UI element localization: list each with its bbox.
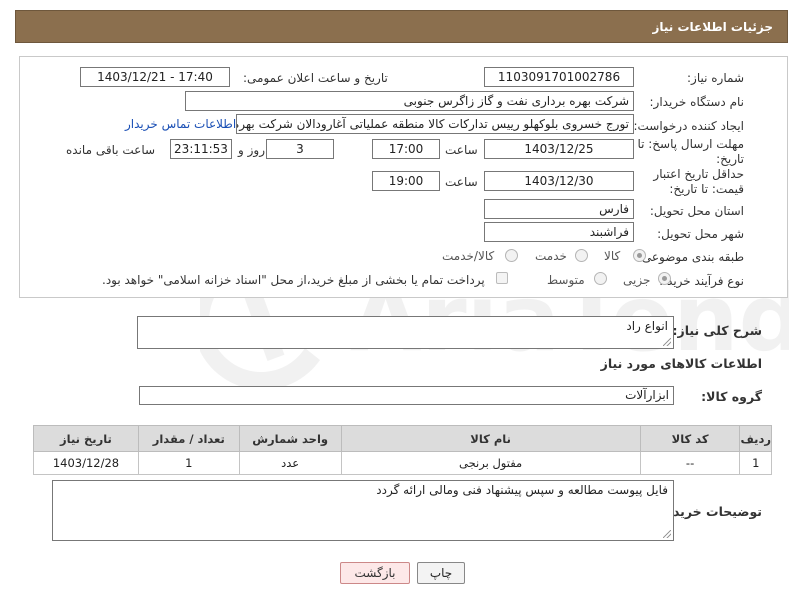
page-title: جزئیات اطلاعات نیاز [652,20,773,34]
col-header-row-number: ردیف [739,425,772,452]
process-option-minor: جزیی [623,273,651,287]
category-radio-service[interactable] [575,249,588,262]
need-number-field: 1103091701002786 [484,67,634,87]
col-header-quantity: تعداد / مقدار [137,425,240,452]
province-label: استان محل تحویل: [649,204,744,218]
buyer-notes-field: فایل پیوست مطالعه و سپس پیشنهاد فنی ومال… [52,480,674,541]
treasury-payment-checkbox[interactable] [496,272,508,284]
cell-quantity: 1 [137,451,240,475]
category-radio-goods-service[interactable] [505,249,518,262]
reply-time-label: ساعت [445,143,478,157]
buyer-org-field: شرکت بهره برداری نفت و گاز زاگرس جنوبی [185,91,634,111]
contact-info-link[interactable]: اطلاعات تماس خریدار [125,117,236,131]
cell-goods-name: مفتول برنجی [340,451,641,475]
category-option-service: خدمت [535,249,567,263]
table-header-row: ردیف کد کالا نام کالا واحد شمارش تعداد /… [33,425,772,452]
city-label: شهر محل تحویل: [657,227,744,241]
col-header-need-date: تاریخ نیاز [33,425,139,452]
province-field: فارس [484,199,634,219]
reply-deadline-label: مهلت ارسال پاسخ: تا تاریخ: [637,137,744,166]
creator-field: تورج خسروی بلوکهلو رییس تدارکات کالا منط… [236,114,634,134]
days-label: روز و [238,143,265,157]
process-type-label: نوع فرآیند خرید : [659,274,744,288]
buyer-notes-text: فایل پیوست مطالعه و سپس پیشنهاد فنی ومال… [376,483,668,497]
print-button[interactable]: چاپ [417,562,465,584]
table-row: 1 -- مفتول برنجی عدد 1 1403/12/28 [33,451,772,475]
buyer-org-label: نام دستگاه خریدار: [649,95,745,109]
cell-row-number: 1 [739,451,772,475]
resize-grip-icon[interactable] [663,338,671,346]
description-label: شرح کلی نیاز: [672,323,762,338]
reply-date-field: 1403/12/25 [484,139,634,159]
description-field: انواع راد [137,316,674,349]
time-remaining-label: ساعت باقی مانده [66,143,156,157]
price-validity-label: حداقل تاریخ اعتبار قیمت: تا تاریخ: [653,167,744,196]
goods-group-label: گروه کالا: [701,389,762,404]
resize-grip-icon[interactable] [663,530,671,538]
page-header: جزئیات اطلاعات نیاز [15,10,788,43]
city-field: فراشبند [484,222,634,242]
creator-label: ایجاد کننده درخواست: [633,119,744,133]
category-label: طبقه بندی موضوعی: [637,250,744,264]
announce-datetime-label: تاریخ و ساعت اعلان عمومی: [243,71,388,85]
col-header-goods-name: نام کالا [340,425,641,452]
need-number-label: شماره نیاز: [687,71,744,85]
description-text: انواع راد [626,319,668,333]
days-remaining-field: 3 [266,139,334,159]
process-option-medium: متوسط [547,273,585,287]
validity-date-field: 1403/12/30 [484,171,634,191]
treasury-payment-note: پرداخت تمام یا بخشی از مبلغ خرید،از محل … [102,273,485,287]
time-remaining-field: 23:11:53 [170,139,232,159]
announce-datetime-field: 1403/12/21 - 17:40 [80,67,230,87]
goods-table: ردیف کد کالا نام کالا واحد شمارش تعداد /… [33,425,772,475]
col-header-goods-code: کد کالا [639,425,741,452]
validity-time-field: 19:00 [372,171,440,191]
goods-info-title: اطلاعات کالاهای مورد نیاز [600,356,762,371]
process-radio-minor[interactable] [658,272,671,285]
back-button[interactable]: بازگشت [340,562,410,584]
category-option-goods: کالا [604,249,621,263]
category-option-goods-service: کالا/خدمت [442,249,495,263]
col-header-unit: واحد شمارش [238,425,342,452]
cell-goods-code: -- [639,451,741,475]
category-radio-goods[interactable] [633,249,646,262]
validity-time-label: ساعت [445,175,478,189]
cell-need-date: 1403/12/28 [33,451,139,475]
cell-unit: عدد [238,451,342,475]
reply-time-field: 17:00 [372,139,440,159]
goods-group-field: ابزارآلات [139,386,674,405]
process-radio-medium[interactable] [594,272,607,285]
